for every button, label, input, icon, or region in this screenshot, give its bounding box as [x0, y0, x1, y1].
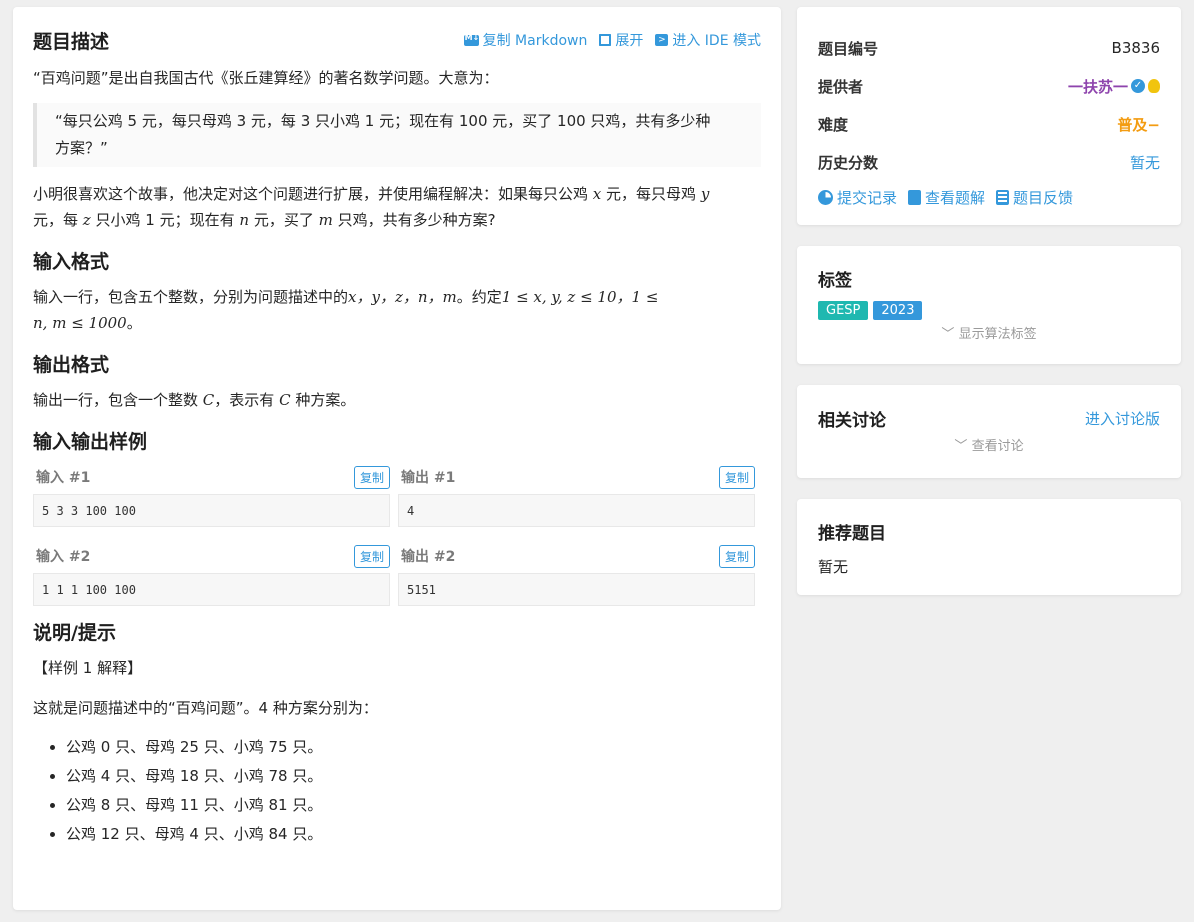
quote-line-1: “每只公鸡 5 元，每只母鸡 3 元，每 3 只小鸡 1 元；现在有 100 元… [55, 112, 711, 130]
sample-input-label: 输入 #1 [36, 470, 91, 486]
discussion-board-link[interactable]: 进入讨论版 [1085, 408, 1160, 429]
recommend-card: 推荐题目 暂无 [797, 499, 1181, 595]
header-actions: 复制 Markdown 展开 > 进入 IDE 模式 [463, 30, 761, 50]
hint-text: 这就是问题描述中的“百鸡问题”。4 种方案分别为： [33, 699, 378, 717]
quote-line-2: 方案？” [55, 139, 108, 157]
show-algorithm-tags-toggle[interactable]: ﹀ 显示算法标签 [818, 323, 1160, 342]
problem-info-card: 题目编号 B3836 提供者 一扶苏一 ✓ 难度 普及− 历史分数 暂无 提交记… [797, 7, 1181, 225]
hint-title: 说明/提示 [33, 622, 116, 644]
chevron-down-icon: ﹀ [954, 439, 968, 454]
copy-button[interactable]: 复制 [718, 544, 755, 568]
input-format-title: 输入格式 [33, 251, 110, 273]
discussion-card: 相关讨论 进入讨论版 ﹀ 查看讨论 [797, 385, 1181, 478]
discussion-title: 相关讨论 [818, 411, 886, 431]
difficulty-value[interactable]: 普及− [1117, 114, 1160, 135]
info-row-id: 题目编号 B3836 [818, 39, 1160, 58]
tag-2023[interactable]: 2023 [873, 301, 923, 320]
samples-title: 输入输出样例 [33, 431, 148, 453]
output-format-title: 输出格式 [33, 354, 110, 376]
terminal-icon: > [655, 34, 669, 46]
tags-card: 标签 GESP 2023 ﹀ 显示算法标签 [797, 246, 1181, 364]
list-item: 公鸡 12 只、母鸡 4 只、小鸡 84 只。 [66, 820, 761, 849]
description-text: 小明很喜欢这个故事，他决定对这个问题进行扩展，并使用编程解决：如果每只公鸡 x … [33, 185, 710, 229]
info-row-difficulty: 难度 普及− [818, 114, 1160, 135]
sample-input-box[interactable]: 1 1 1 100 100 [33, 573, 390, 606]
expand-button[interactable]: 展开 [599, 30, 643, 50]
recommend-empty: 暂无 [818, 558, 849, 576]
view-discussion-toggle[interactable]: ﹀ 查看讨论 [818, 435, 1160, 454]
info-links: 提交记录 查看题解 题目反馈 [818, 187, 1160, 208]
copy-button[interactable]: 复制 [353, 544, 390, 568]
copy-markdown-button[interactable]: 复制 Markdown [463, 30, 587, 50]
feedback-link[interactable]: 题目反馈 [996, 187, 1073, 208]
tags-title: 标签 [818, 271, 852, 291]
expand-icon [599, 34, 612, 46]
quote-block: “每只公鸡 5 元，每只母鸡 3 元，每 3 只小鸡 1 元；现在有 100 元… [33, 103, 761, 167]
verified-check-icon: ✓ [1131, 79, 1145, 93]
list-item: 公鸡 0 只、母鸡 25 只、小鸡 75 只。 [66, 733, 761, 762]
sample-output-box[interactable]: 5151 [398, 573, 755, 606]
info-row-provider: 提供者 一扶苏一 ✓ [818, 67, 1160, 105]
sample-output: 输出 #1 复制 4 [398, 464, 755, 527]
score-value[interactable]: 暂无 [1130, 152, 1160, 173]
sample-input-label: 输入 #2 [36, 549, 91, 565]
book-icon [908, 190, 922, 205]
sample-output-label: 输出 #2 [401, 549, 456, 565]
problem-id: B3836 [1111, 39, 1160, 57]
sample-input: 输入 #2 复制 1 1 1 100 100 [33, 543, 390, 606]
submissions-link[interactable]: 提交记录 [818, 187, 897, 208]
tag-gesp[interactable]: GESP [818, 301, 869, 320]
solutions-link[interactable]: 查看题解 [908, 187, 985, 208]
copy-button[interactable]: 复制 [718, 465, 755, 489]
copy-button[interactable]: 复制 [353, 465, 390, 489]
sample-input-box[interactable]: 5 3 3 100 100 [33, 494, 390, 527]
problem-card: 题目描述 复制 Markdown 展开 > 进入 IDE 模式 “百鸡问题”是出… [13, 7, 781, 910]
markdown-icon [463, 33, 479, 46]
problem-title: 题目描述 [33, 30, 110, 53]
tag-list: GESP 2023 [818, 301, 1160, 320]
hint-list: 公鸡 0 只、母鸡 25 只、小鸡 75 只。 公鸡 4 只、母鸡 18 只、小… [33, 733, 761, 849]
hint-label: 【样例 1 解释】 [33, 659, 143, 677]
sample-output: 输出 #2 复制 5151 [398, 543, 755, 606]
sample-output-box[interactable]: 4 [398, 494, 755, 527]
recommend-title: 推荐题目 [818, 524, 886, 544]
sample-input: 输入 #1 复制 5 3 3 100 100 [33, 464, 390, 527]
sample-output-label: 输出 #1 [401, 470, 456, 486]
problem-header: 题目描述 复制 Markdown 展开 > 进入 IDE 模式 [33, 25, 761, 55]
list-item: 公鸡 8 只、母鸡 11 只、小鸡 81 只。 [66, 791, 761, 820]
list-item: 公鸡 4 只、母鸡 18 只、小鸡 78 只。 [66, 762, 761, 791]
samples-grid: 输入 #1 复制 5 3 3 100 100 输出 #1 复制 4 输入 #2 … [33, 464, 761, 622]
pie-chart-icon [818, 190, 833, 205]
list-icon [996, 190, 1010, 205]
chevron-down-icon: ﹀ [941, 327, 955, 342]
intro-text: “百鸡问题”是出自我国古代《张丘建算经》的著名数学问题。大意为： [33, 69, 499, 87]
ide-mode-button[interactable]: > 进入 IDE 模式 [655, 30, 761, 50]
bulb-icon [1148, 79, 1160, 93]
input-format-text: 输入一行，包含五个整数，分别为问题描述中的x，y，z，n，m。约定1 ≤ x, … [33, 288, 659, 332]
provider-link[interactable]: 一扶苏一 ✓ [1068, 76, 1160, 97]
output-format-text: 输出一行，包含一个整数 C，表示有 C 种方案。 [33, 391, 356, 409]
info-row-score: 历史分数 暂无 [818, 152, 1160, 173]
